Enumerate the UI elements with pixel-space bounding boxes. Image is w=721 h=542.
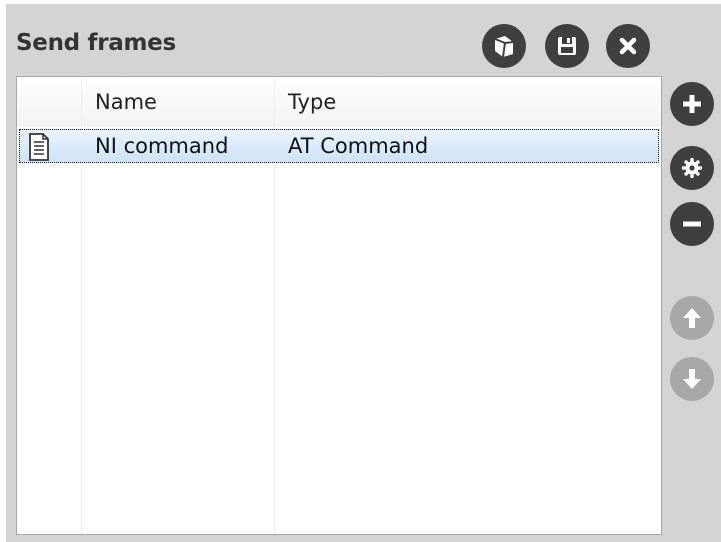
settings-icon [682, 158, 702, 178]
document-icon [29, 133, 49, 161]
edit-frame-button[interactable] [670, 146, 714, 190]
close-button[interactable] [606, 24, 650, 68]
move-up-button[interactable] [670, 296, 714, 340]
add-icon [683, 95, 701, 113]
save-icon [558, 37, 576, 55]
save-button[interactable] [545, 24, 589, 68]
load-icon [494, 36, 514, 58]
column-header-name[interactable]: Name [95, 90, 157, 114]
row-name: NI command [95, 134, 229, 158]
move-up-icon [683, 308, 701, 328]
move-down-icon [683, 369, 701, 389]
send-frames-panel: Send frames Name Type NI command AT Comm… [6, 4, 721, 542]
add-frame-button[interactable] [670, 82, 714, 126]
frames-table: Name Type NI command AT Command [16, 76, 662, 535]
column-header-type[interactable]: Type [288, 90, 336, 114]
table-row[interactable]: NI command AT Command [19, 129, 659, 163]
remove-icon [683, 221, 701, 227]
load-button[interactable] [482, 24, 526, 68]
close-icon [619, 37, 637, 55]
row-type: AT Command [288, 134, 429, 158]
move-down-button[interactable] [670, 357, 714, 401]
panel-title: Send frames [16, 30, 176, 56]
remove-frame-button[interactable] [670, 202, 714, 246]
